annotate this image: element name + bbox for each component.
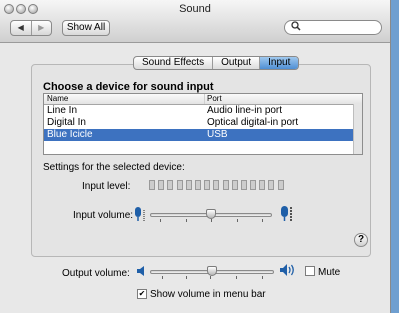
input-level-segment <box>194 180 201 190</box>
output-volume-thumb[interactable] <box>207 266 217 276</box>
input-volume-thumb[interactable] <box>206 209 216 219</box>
input-level-segment <box>250 180 257 190</box>
sound-tabs: Sound Effects Output Input <box>133 56 300 70</box>
column-header-name[interactable]: Name <box>47 94 68 104</box>
row-port: USB <box>207 129 228 140</box>
search-field[interactable] <box>284 20 382 35</box>
sound-preferences-window: Sound ◀ ▶ Show All Sound Effects Output … <box>0 0 391 313</box>
input-level-segment <box>158 180 165 190</box>
input-device-table[interactable]: Name Port Line In Audio line-in port Dig… <box>43 93 363 155</box>
show-volume-label: Show volume in menu bar <box>150 289 266 300</box>
input-level-segment <box>149 180 155 190</box>
input-volume-label: Input volume: <box>73 210 134 221</box>
slider-tick <box>236 276 237 279</box>
speaker-high-icon[interactable] <box>279 263 297 280</box>
row-name: Digital In <box>47 117 86 128</box>
table-row[interactable]: Line In Audio line-in port <box>44 105 362 117</box>
row-port: Audio line-in port <box>207 105 283 116</box>
input-level-segment <box>240 180 247 190</box>
mute-checkbox[interactable] <box>305 266 315 276</box>
input-level-meter <box>149 180 287 190</box>
forward-button[interactable]: ▶ <box>30 21 52 35</box>
input-level-segment <box>176 180 183 190</box>
slider-tick <box>262 276 263 279</box>
input-level-segment <box>213 180 220 190</box>
input-level-segment <box>222 180 229 190</box>
input-level-label: Input level: <box>82 181 131 192</box>
tab-output[interactable]: Output <box>213 57 261 69</box>
row-name: Line In <box>47 105 78 116</box>
checkmark-icon: ✔ <box>138 289 146 298</box>
slider-tick <box>210 276 211 279</box>
search-icon <box>291 21 301 35</box>
slider-tick <box>262 219 263 222</box>
slider-tick <box>186 276 187 279</box>
input-level-segment <box>185 180 192 190</box>
column-header-port[interactable]: Port <box>207 94 222 104</box>
row-port: Optical digital-in port <box>207 117 299 128</box>
help-button[interactable]: ? <box>354 233 368 247</box>
back-forward-buttons: ◀ ▶ <box>10 20 52 36</box>
show-volume-checkbox[interactable]: ✔ <box>137 289 147 299</box>
titlebar: Sound ◀ ▶ Show All <box>0 0 390 43</box>
tab-sound-effects[interactable]: Sound Effects <box>134 57 214 69</box>
slider-tick <box>162 276 163 279</box>
microphone-low-icon[interactable] <box>132 206 146 225</box>
table-header: Name Port <box>44 94 362 105</box>
window-title: Sound <box>179 3 211 15</box>
row-name: Blue Icicle <box>47 129 93 140</box>
tab-input[interactable]: Input <box>260 57 299 69</box>
slider-tick <box>186 219 187 222</box>
output-volume-label: Output volume: <box>62 268 130 279</box>
speaker-low-icon[interactable] <box>136 265 146 280</box>
microphone-high-icon[interactable] <box>278 205 294 226</box>
back-button[interactable]: ◀ <box>11 21 31 35</box>
show-all-button[interactable]: Show All <box>62 20 110 36</box>
settings-label: Settings for the selected device: <box>43 162 185 173</box>
column-divider <box>204 94 205 104</box>
table-row[interactable]: Digital In Optical digital-in port <box>44 117 362 129</box>
table-scrollbar[interactable] <box>353 104 362 154</box>
mute-label: Mute <box>318 267 341 278</box>
search-input[interactable] <box>303 22 377 33</box>
slider-tick <box>237 219 238 222</box>
slider-tick <box>211 219 212 222</box>
input-level-segment <box>167 180 174 190</box>
input-level-segment <box>277 180 284 190</box>
input-level-segment <box>259 180 266 190</box>
device-list-heading: Choose a device for sound input <box>43 81 214 93</box>
input-level-segment <box>204 180 211 190</box>
input-level-segment <box>231 180 238 190</box>
input-level-segment <box>268 180 275 190</box>
slider-tick <box>160 219 161 222</box>
table-row-selected[interactable]: Blue Icicle USB <box>44 129 362 141</box>
